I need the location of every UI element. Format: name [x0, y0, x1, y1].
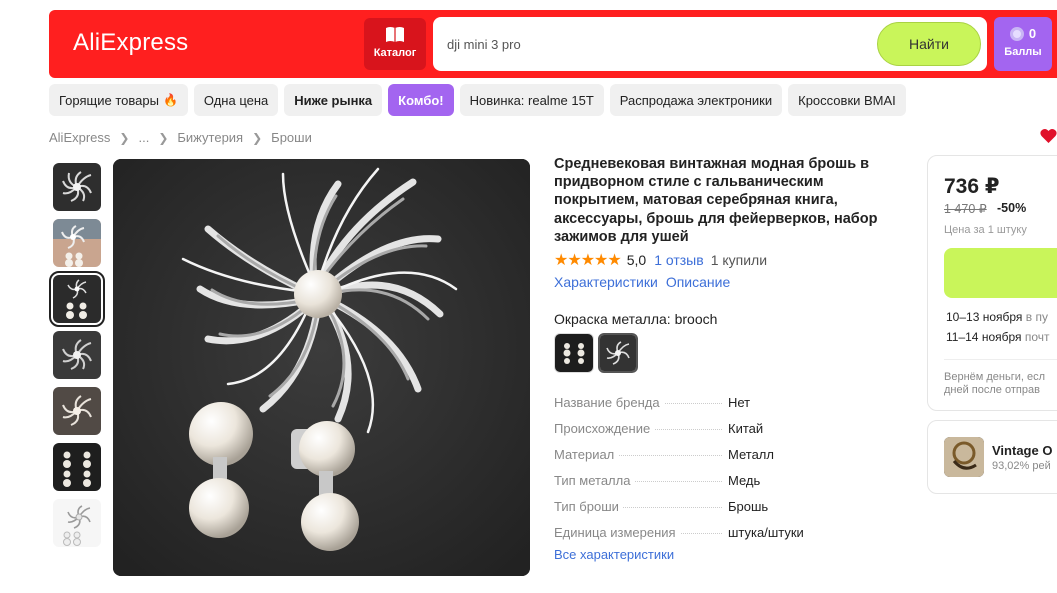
thumbnail[interactable]: [53, 499, 101, 547]
catalog-label: Каталог: [373, 47, 417, 59]
rating-row: ★★★★★ 5,0 1 отзыв 1 купили: [554, 250, 767, 270]
buy-button[interactable]: [944, 248, 1057, 298]
discount-badge: -50%: [997, 201, 1027, 215]
spec-row: Тип металла Медь: [554, 472, 761, 488]
characteristics-link[interactable]: Характеристики: [554, 274, 658, 290]
search-box: Найти: [433, 17, 987, 71]
rating-value: 5,0: [626, 252, 647, 268]
product-title: Средневековая винтажная модная брошь в п…: [554, 156, 878, 245]
specs-list: Название бренда Нет Происхождение Китай Ма…: [554, 389, 854, 545]
store-rating: 93,02% рей: [992, 460, 1051, 472]
points-count: 0: [1028, 26, 1037, 41]
divider: [944, 359, 1057, 360]
reviews-link[interactable]: 1 отзыв: [654, 252, 704, 268]
chip-new-realme[interactable]: Новинка: realme 15T: [459, 84, 604, 116]
variant-swatch[interactable]: [554, 333, 594, 373]
breadcrumb-item[interactable]: AliExpress: [49, 130, 110, 145]
chip-hot-deals[interactable]: Горящие товары 🔥: [49, 84, 188, 116]
store-name: Vintage O: [992, 443, 1053, 458]
chevron-right-icon: ❯: [158, 130, 169, 145]
heart-icon[interactable]: [1040, 128, 1057, 144]
thumbnail[interactable]: [53, 163, 101, 211]
sold-count: 1 купили: [710, 252, 768, 268]
thumbnail[interactable]: [53, 443, 101, 491]
spec-row: Материал Металл: [554, 446, 774, 462]
delivery-option: 10–13 ноября в пу: [946, 310, 1048, 324]
description-link[interactable]: Описание: [666, 274, 730, 290]
chevron-right-icon: ❯: [119, 130, 130, 145]
aliexpress-logo[interactable]: AliExpress: [73, 29, 188, 57]
buy-panel: 736 ₽ 1 470 ₽ -50% Цена за 1 штуку 10–13…: [927, 155, 1057, 411]
spec-row: Единица измерения штука/штуки: [554, 524, 804, 540]
chevron-right-icon: ❯: [252, 130, 263, 145]
store-avatar: [944, 437, 984, 477]
delivery-option: 11–14 ноября почт: [946, 330, 1050, 344]
chip-sneakers-bmai[interactable]: Кроссовки BMAI: [788, 84, 906, 116]
spec-row: Название бренда Нет: [554, 394, 751, 410]
chip-one-price[interactable]: Одна цена: [193, 84, 279, 116]
refund-note: Вернём деньги, есл дней после отправ: [944, 371, 1046, 396]
catalog-button[interactable]: Каталог: [364, 18, 426, 70]
thumbnail-selected[interactable]: [49, 271, 105, 327]
search-button[interactable]: Найти: [877, 22, 981, 66]
product-anchor-links: Характеристики Описание: [554, 274, 730, 290]
breadcrumb: AliExpress ❯ ... ❯ Бижутерия ❯ Броши: [49, 130, 312, 145]
variant-swatch-selected[interactable]: [598, 333, 638, 373]
old-price: 1 470 ₽: [944, 202, 987, 216]
chip-below-market[interactable]: Ниже рынка: [284, 84, 383, 116]
points-label: Баллы: [1004, 46, 1042, 58]
book-icon: [386, 27, 404, 42]
spec-row: Происхождение Китай: [554, 420, 764, 436]
points-button[interactable]: 0 Баллы: [994, 17, 1052, 71]
variant-swatches: [554, 333, 638, 373]
price-note: Цена за 1 штуку: [944, 224, 1027, 236]
spec-row: Тип броши Брошь: [554, 498, 769, 514]
promo-chips: Горящие товары 🔥 Одна цена Ниже рынка Ко…: [49, 84, 906, 116]
coin-icon: [1009, 26, 1024, 41]
chip-combo[interactable]: Комбо!: [388, 84, 454, 116]
chip-electronics-sale[interactable]: Распродажа электроники: [609, 84, 783, 116]
thumbnail[interactable]: [53, 219, 101, 267]
variant-label: Окраска металла: brooch: [554, 311, 718, 327]
store-card[interactable]: Vintage O 93,02% рей: [927, 420, 1057, 494]
fire-icon: 🔥: [162, 93, 178, 107]
price: 736 ₽: [944, 175, 1000, 198]
breadcrumb-item[interactable]: ...: [138, 130, 149, 145]
breadcrumb-item[interactable]: Броши: [271, 130, 312, 145]
star-rating-icon: ★★★★★: [554, 252, 622, 269]
thumbnail[interactable]: [53, 387, 101, 435]
site-header: AliExpress Каталог Найти 0 Баллы: [49, 10, 1057, 78]
breadcrumb-item[interactable]: Бижутерия: [177, 130, 243, 145]
thumbnail[interactable]: [53, 331, 101, 379]
search-input[interactable]: [447, 33, 867, 55]
product-main-image[interactable]: [113, 159, 530, 576]
all-specs-link[interactable]: Все характеристики: [554, 547, 674, 562]
